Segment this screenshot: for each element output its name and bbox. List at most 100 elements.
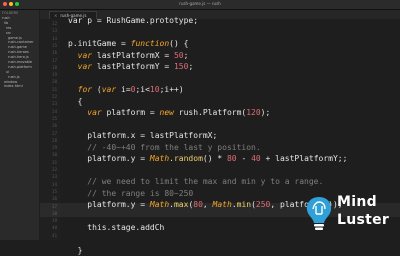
code-token: platform.y =	[68, 154, 150, 163]
code-token: ,	[202, 200, 213, 209]
code-line: for (var i=0;i<10;i++)	[68, 85, 184, 95]
code-line: {	[68, 96, 83, 107]
line-number: 24	[52, 108, 57, 114]
code-token: // the range is 80~250	[68, 188, 194, 198]
code-token: max	[173, 200, 189, 209]
mindluster-logo: Mind Luster	[304, 192, 398, 236]
code-line: // -40~+40 from the last y position.	[68, 142, 261, 153]
code-token: function	[130, 39, 170, 48]
code-token: var	[87, 108, 102, 117]
line-number: 39	[52, 218, 57, 224]
line-number: 20	[52, 79, 57, 85]
sidebar-item[interactable]: index.html	[0, 84, 39, 89]
code-token: for	[77, 85, 93, 94]
code-token: new	[159, 108, 174, 117]
code-token: () *	[202, 154, 227, 163]
code-token: platform.y =	[68, 200, 150, 209]
code-token: + lastPlatformY;;	[260, 154, 348, 163]
code-token: -	[236, 154, 252, 163]
code-token: i=	[116, 85, 131, 94]
code-token: var	[101, 85, 117, 94]
line-number: 26	[52, 123, 57, 129]
code-token: Math	[149, 154, 170, 163]
line-number: 41	[52, 232, 57, 238]
line-number: 19	[52, 72, 57, 78]
code-token: var	[77, 62, 93, 71]
line-number: 31	[52, 159, 57, 165]
code-token: 80	[226, 154, 237, 163]
line-number: 18	[52, 64, 57, 70]
code-line: var lastPlatformX = 50;	[68, 50, 189, 61]
code-token: ;	[188, 62, 194, 71]
code-line: }	[68, 246, 83, 256]
line-number: 16	[52, 50, 57, 56]
code-token: {	[68, 96, 83, 106]
code-token: 40	[251, 154, 261, 163]
line-number: 28	[52, 137, 57, 143]
code-token: 50	[173, 50, 184, 60]
code-token: // -40~+40 from the last y position.	[68, 142, 261, 152]
code-token: );	[260, 108, 271, 117]
line-number: 29	[52, 145, 57, 151]
code-token: Math	[212, 200, 232, 209]
logo-word-luster: Luster	[337, 212, 390, 228]
code-line: this.stage.addCh	[68, 223, 164, 233]
code-token: rush.Platform(	[173, 108, 247, 117]
code-token: ;	[183, 50, 189, 60]
code-line: // we need to limit the max and min y to…	[68, 177, 323, 187]
code-line: var p = RushGame.prototype;	[68, 16, 198, 26]
code-token: 250	[255, 200, 271, 209]
line-number: 25	[52, 115, 57, 121]
line-number: 32	[52, 167, 57, 172]
line-number: 30	[52, 152, 57, 158]
file-tree: rush lib res src game.js rush-container rush-g…	[0, 16, 39, 89]
code-token: var p = RushGame.prototype;	[68, 16, 199, 25]
line-number: 13	[52, 28, 57, 34]
code-token: lastPlatformX =	[92, 50, 174, 60]
line-number: 15	[52, 42, 57, 48]
code-line: platform.x = lastPlatformX;	[68, 131, 217, 141]
code-token: platform.x = lastPlatformX;	[68, 131, 218, 140]
code-token: platform =	[101, 108, 160, 117]
lightbulb-icon	[306, 197, 332, 230]
code-token: ;i++)	[159, 85, 184, 94]
code-token: () {	[169, 39, 189, 48]
line-number: 34	[52, 181, 57, 187]
code-token: min	[236, 200, 252, 209]
code-token: lastPlatformY =	[92, 62, 174, 71]
close-icon[interactable]: ×	[54, 13, 57, 18]
line-number: 14	[52, 35, 57, 41]
code-line: platform.y = Math.max(80, Math.min(250, …	[68, 200, 342, 210]
code-token: 80	[193, 200, 203, 209]
line-number: 36	[52, 196, 57, 202]
code-token: ;i<	[135, 85, 150, 94]
code-token: Math	[149, 200, 170, 209]
line-number: 33	[52, 174, 57, 180]
code-token: random	[173, 154, 203, 163]
line-number: 35	[52, 188, 57, 194]
line-number: 22	[52, 94, 57, 99]
line-number: 40	[52, 225, 57, 231]
sidebar: FOLDERS rush lib res src game.js rush-contain…	[0, 10, 39, 240]
code-token: 10	[149, 85, 160, 94]
code-token: 150	[173, 62, 189, 71]
line-number: 12	[52, 21, 57, 26]
code-token: var	[77, 50, 93, 60]
code-token: this.stage.addCh	[68, 223, 165, 232]
code-token: }	[68, 246, 83, 255]
line-number: 17	[52, 57, 57, 63]
code-token: // we need to limit the max and min y to…	[68, 177, 324, 186]
line-number: 21	[52, 86, 57, 92]
code-token: 120	[246, 108, 261, 117]
code-line: // the range is 80~250	[68, 189, 193, 199]
code-line: p.initGame = function() {	[68, 39, 188, 49]
code-token: (	[92, 85, 102, 94]
code-line: var lastPlatformY = 150;	[68, 62, 194, 72]
line-number: 23	[52, 101, 57, 107]
code-line: platform.y = Math.random() * 80 - 40 + l…	[68, 154, 347, 164]
line-number: 27	[52, 130, 57, 136]
